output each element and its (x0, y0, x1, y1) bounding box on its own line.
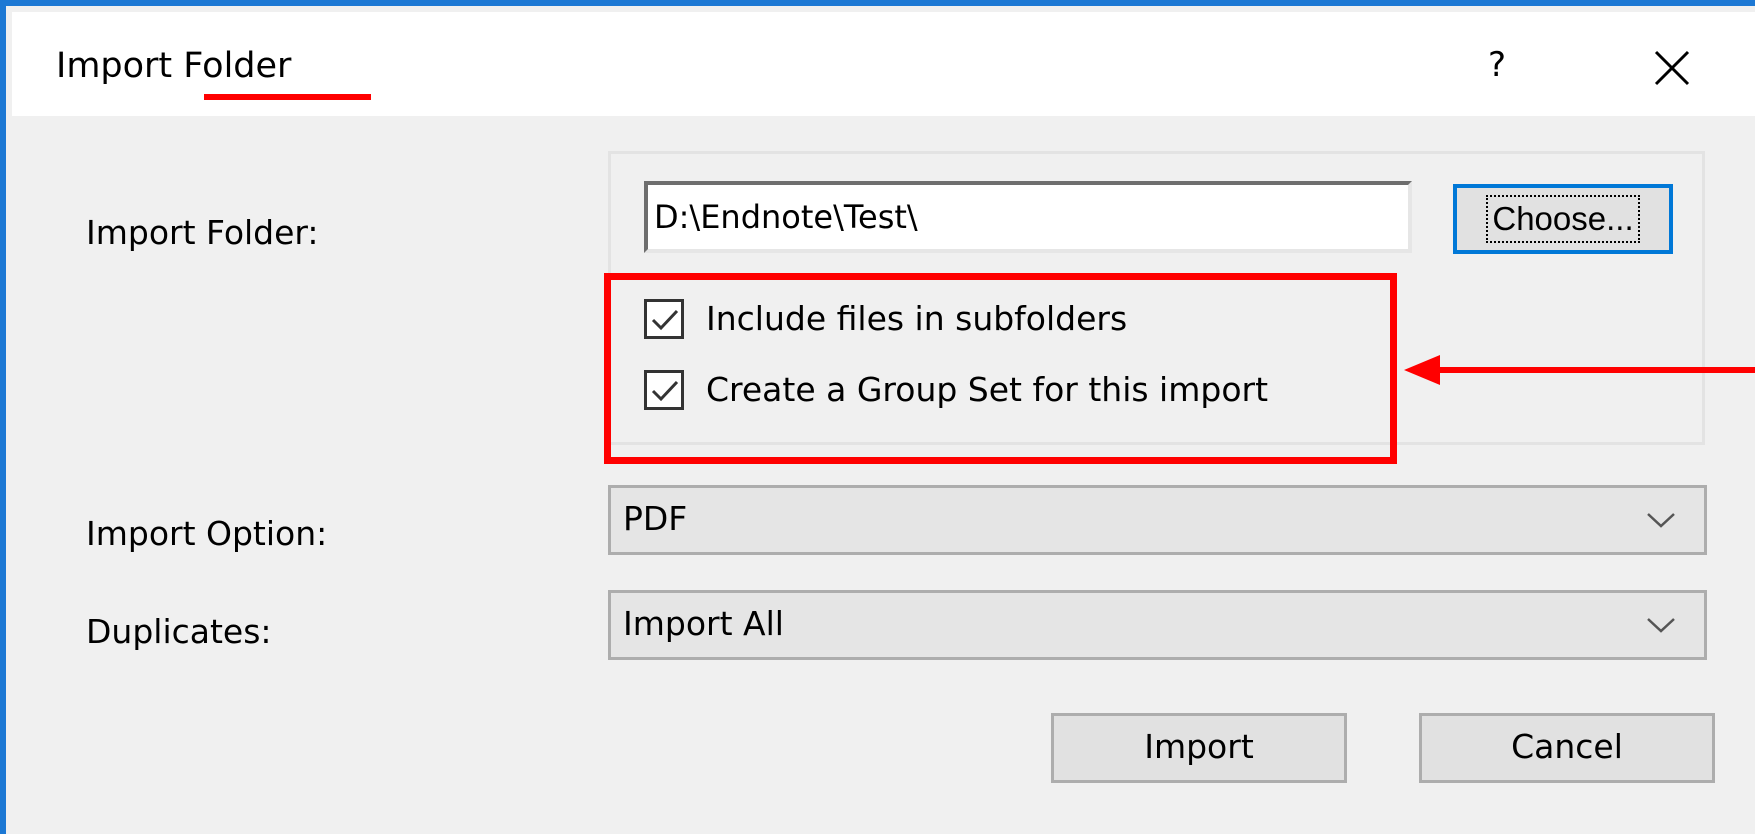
import-option-value: PDF (623, 499, 688, 538)
import-folder-label: Import Folder: (86, 213, 319, 252)
title-underline-annotation (204, 94, 371, 100)
cancel-button[interactable]: Cancel (1419, 713, 1715, 783)
chevron-down-icon (1647, 618, 1675, 633)
highlight-annotation-box (604, 273, 1397, 464)
duplicates-value: Import All (623, 604, 784, 643)
duplicates-select[interactable]: Import All (608, 590, 1707, 660)
import-option-select[interactable]: PDF (608, 485, 1707, 555)
choose-button-label: Choose... (1486, 195, 1640, 243)
close-icon (1654, 50, 1690, 86)
close-button[interactable] (1650, 46, 1694, 90)
chevron-down-icon (1647, 513, 1675, 528)
import-button[interactable]: Import (1051, 713, 1347, 783)
import-folder-dialog: Import Folder ? Import Folder: Choose...… (0, 0, 1755, 834)
choose-button[interactable]: Choose... (1453, 184, 1673, 254)
dialog-title: Import Folder (56, 46, 292, 86)
import-option-label: Import Option: (86, 514, 328, 553)
duplicates-label: Duplicates: (86, 612, 272, 651)
title-bar: Import Folder ? (12, 12, 1755, 116)
help-button[interactable]: ? (1472, 40, 1522, 90)
folder-path-input[interactable] (644, 181, 1412, 253)
arrow-annotation-icon (1404, 355, 1755, 385)
